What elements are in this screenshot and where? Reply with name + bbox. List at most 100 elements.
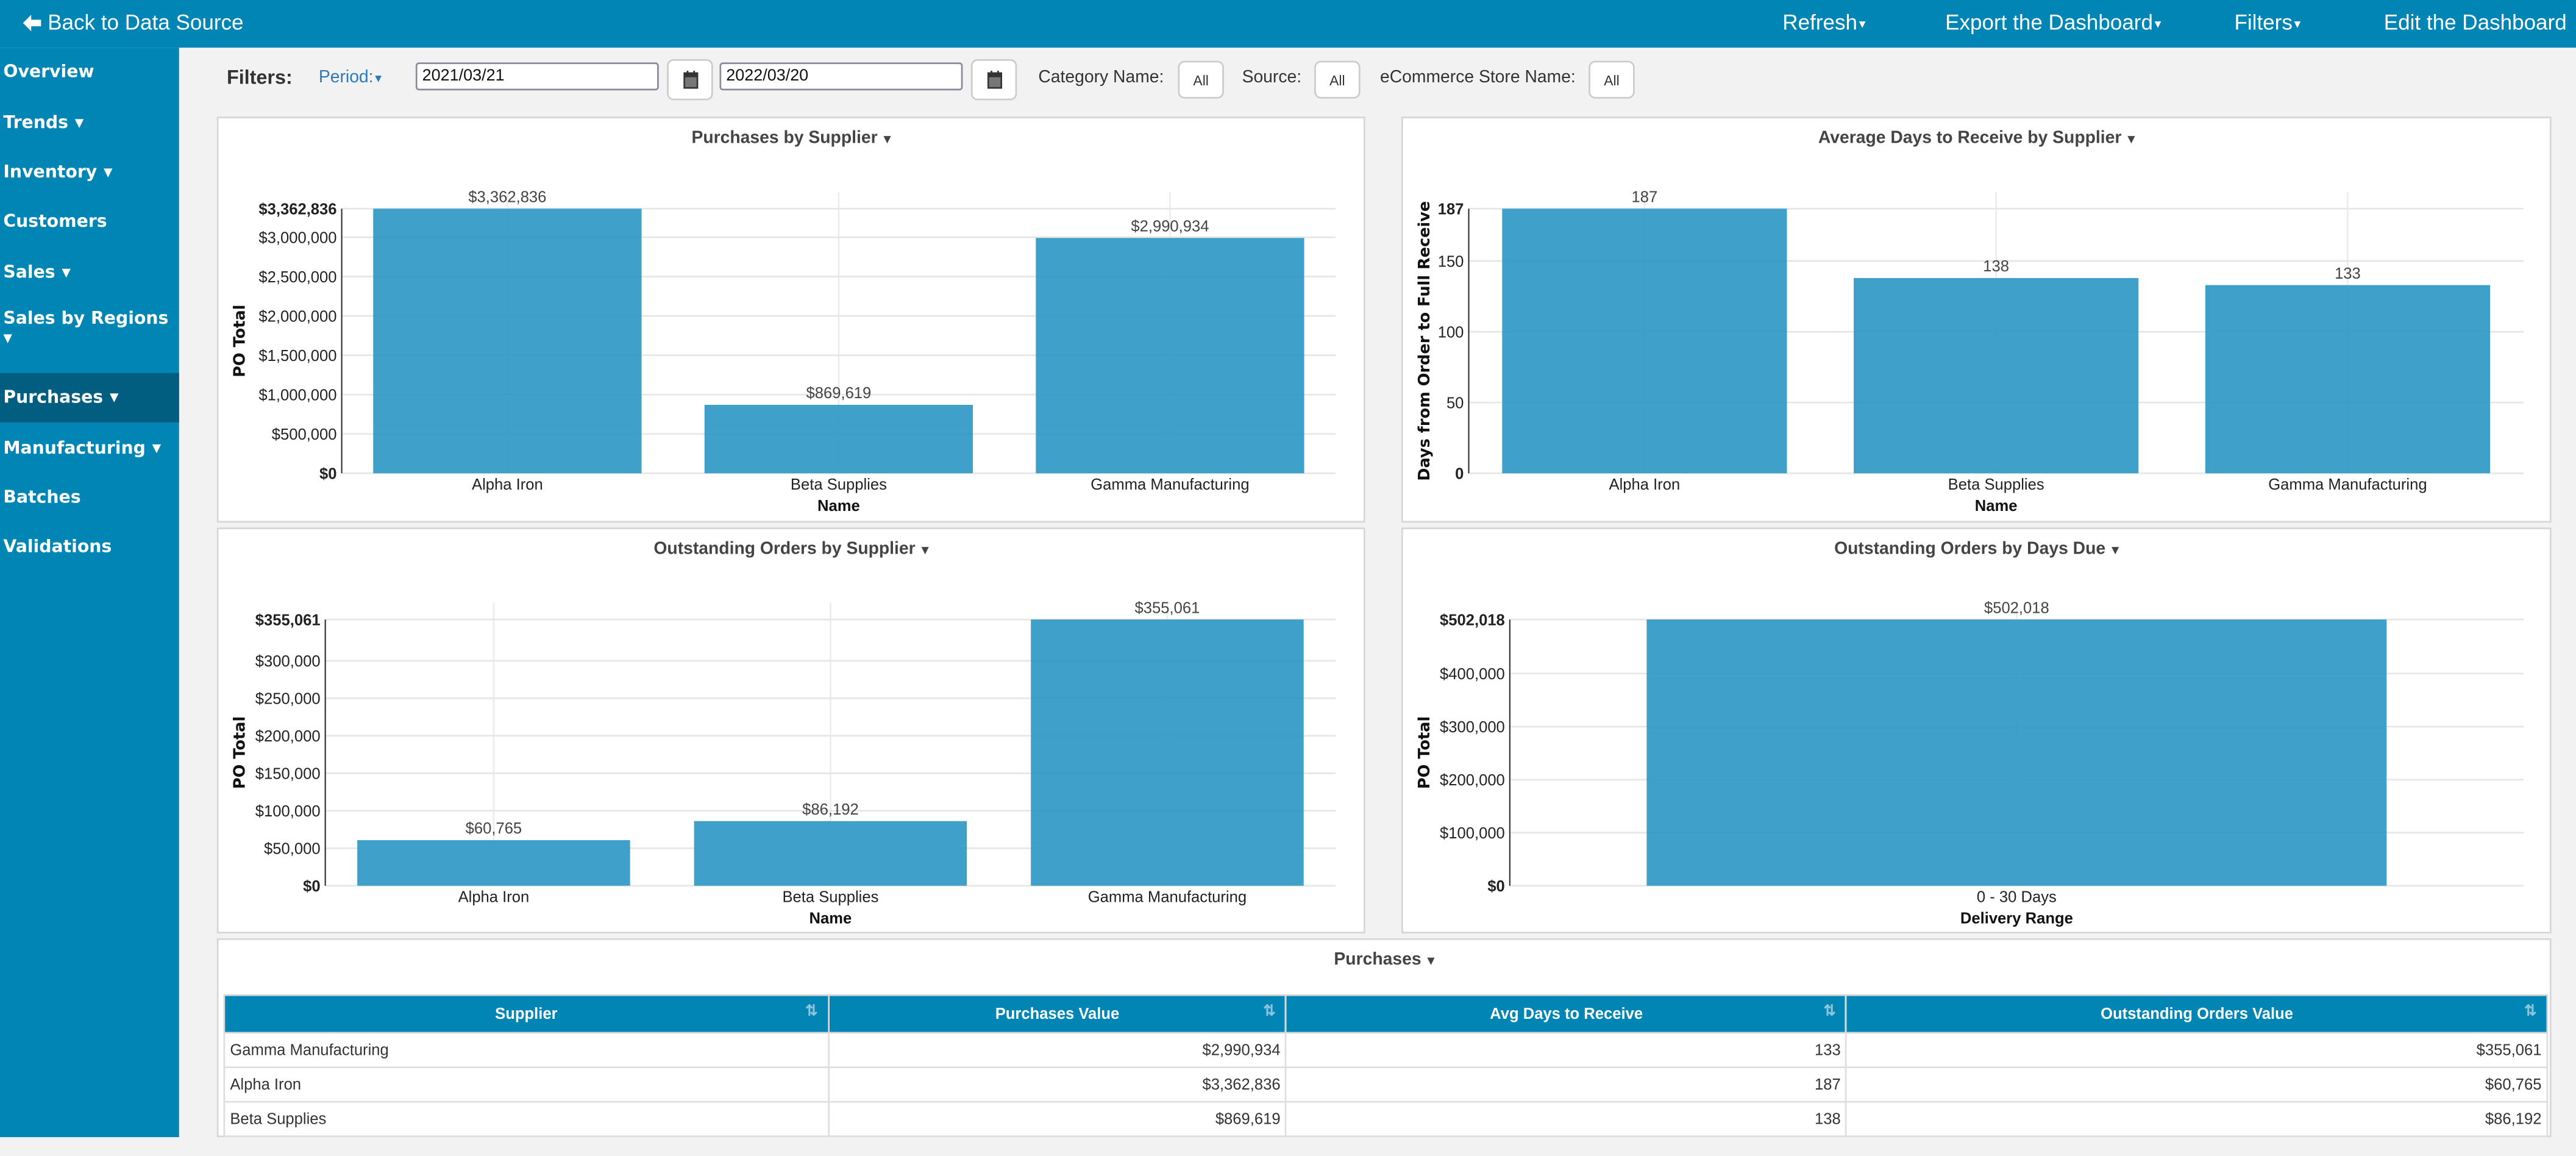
sidebar-item-trends[interactable]: Trends ▼	[0, 98, 179, 148]
y-tick-label: $3,362,836	[258, 201, 336, 218]
outstanding-orders-by-days-due-chart: $0 $100,000 $200,000 $300,000 $400,000 $502,0…	[1415, 599, 2524, 927]
purchases-table: Supplier ⇅ Purchases Value ⇅ Avg Days to R…	[223, 994, 2549, 1138]
start-date-calendar-button[interactable]	[667, 59, 713, 101]
column-header-purchases-value[interactable]: Purchases Value ⇅	[827, 994, 1287, 1034]
table-header-row: Supplier ⇅ Purchases Value ⇅ Avg Days to R…	[223, 994, 2549, 1034]
refresh-label: Refresh	[1782, 10, 1858, 35]
caret-down-icon: ▾	[2294, 16, 2301, 32]
category-name-filter-button[interactable]: All	[1178, 60, 1224, 99]
supplier-cell: Gamma Manufacturing	[223, 1032, 830, 1068]
outstanding-orders-by-supplier-panel: Outstanding Orders by Supplier ▾ $0 $50,0…	[216, 527, 1365, 933]
column-header-avg-days[interactable]: Avg Days to Receive ⇅	[1285, 994, 1848, 1034]
outstanding-orders-by-days-due-panel: Outstanding Orders by Days Due ▾ $0 $100,…	[1401, 527, 2552, 933]
filters-menu[interactable]: Filters ▾	[2234, 10, 2300, 34]
y-axis-title: PO Total	[231, 305, 249, 377]
y-tick-label: $500,000	[272, 426, 337, 443]
y-tick-label: $300,000	[1440, 719, 1505, 736]
sidebar-item-purchases[interactable]: Purchases ▼	[0, 373, 179, 423]
sidebar-item-customers[interactable]: Customers	[0, 198, 179, 248]
sidebar-item-inventory[interactable]: Inventory ▼	[0, 148, 179, 198]
y-tick-label: 50	[1446, 395, 1464, 412]
sidebar-item-label: Validations	[3, 538, 112, 558]
data-label: $60,765	[466, 820, 522, 837]
bar[interactable]	[357, 840, 630, 886]
sidebar-item-sales-by-regions[interactable]: Sales by Regions ▼	[0, 298, 179, 373]
sidebar-item-label: Inventory	[3, 162, 98, 183]
sort-icon[interactable]: ⇅	[2524, 1002, 2536, 1021]
filters-menu-label: Filters	[2234, 10, 2293, 35]
x-axis-title: Name	[809, 910, 852, 927]
end-date-input[interactable]	[719, 62, 963, 91]
period-label: Period:	[318, 67, 374, 87]
caret-down-icon: ▾	[1859, 16, 1866, 32]
y-axis-title: PO Total	[231, 716, 249, 789]
back-to-data-source-link[interactable]: Back to Data Source	[23, 10, 244, 35]
x-tick-label: Gamma Manufacturing	[2268, 476, 2427, 493]
y-tick-label: $200,000	[1440, 772, 1505, 789]
bar[interactable]	[1502, 209, 1787, 474]
sort-icon[interactable]: ⇅	[1823, 1002, 1835, 1021]
data-label: 133	[2335, 265, 2361, 282]
data-label: $502,018	[1984, 599, 2049, 616]
sidebar-item-manufacturing[interactable]: Manufacturing ▼	[0, 423, 179, 473]
avg-days-cell: 138	[1285, 1101, 1848, 1138]
purchases-value-cell: $2,990,934	[827, 1032, 1287, 1068]
purchases-table-panel: Purchases ▾ Supplier ⇅ Purchases Value ⇅ A…	[216, 938, 2552, 1138]
bar[interactable]	[694, 821, 967, 886]
y-tick-label: $250,000	[255, 691, 321, 708]
bar[interactable]	[373, 209, 642, 474]
category-name-label: Category Name:	[1038, 67, 1164, 87]
y-tick-label: $0	[319, 466, 336, 483]
purchases-by-supplier-chart: $0 $500,000 $1,000,000 $1,500,000 $2,000,000…	[231, 189, 1336, 515]
x-tick-label: Gamma Manufacturing	[1091, 476, 1249, 493]
end-date-calendar-button[interactable]	[970, 59, 1017, 101]
bar[interactable]	[1031, 619, 1304, 886]
bar[interactable]	[1854, 277, 2139, 474]
caret-down-icon: ▼	[3, 332, 12, 345]
bar[interactable]	[704, 405, 973, 474]
outstanding-orders-cell: $86,192	[1845, 1101, 2549, 1138]
table-row: Gamma Manufacturing $2,990,934 133 $355,…	[223, 1032, 2549, 1068]
data-label: 187	[1632, 189, 1658, 206]
avg-days-to-receive-chart: 0 50 100 150 187 187 Alpha Iron 138 Beta Supplie…	[1415, 189, 2524, 515]
calendar-icon	[682, 70, 698, 89]
sort-icon[interactable]: ⇅	[1263, 1002, 1275, 1021]
caret-down-icon: ▾	[2154, 16, 2161, 32]
y-axis-title: PO Total	[1415, 716, 1434, 789]
start-date-input[interactable]	[415, 62, 659, 91]
bar[interactable]	[1036, 238, 1304, 474]
outstanding-orders-by-supplier-chart: $0 $50,000 $100,000 $150,000 $200,000 $250,00…	[231, 599, 1336, 927]
purchases-value-cell: $869,619	[827, 1101, 1287, 1138]
bar[interactable]	[1646, 619, 2387, 886]
back-label: Back to Data Source	[48, 10, 244, 35]
refresh-menu[interactable]: Refresh ▾	[1782, 10, 1865, 34]
table-title-dropdown[interactable]: Purchases ▾	[218, 950, 2549, 969]
column-header-supplier[interactable]: Supplier ⇅	[223, 994, 830, 1034]
column-label: Supplier	[495, 1005, 558, 1023]
sidebar-item-overview[interactable]: Overview	[0, 48, 179, 98]
sidebar-item-label: Customers	[3, 212, 107, 232]
sidebar-item-label: Sales	[3, 262, 55, 282]
x-axis-title: Name	[817, 498, 860, 515]
ecommerce-store-filter-button[interactable]: All	[1589, 60, 1635, 99]
y-tick-label: $400,000	[1440, 666, 1505, 683]
y-tick-label: 187	[1438, 201, 1464, 218]
sidebar-item-sales[interactable]: Sales ▼	[0, 248, 179, 298]
y-tick-label: $300,000	[255, 653, 321, 670]
period-dropdown[interactable]: Period: ▾	[319, 68, 382, 87]
edit-dashboard-button[interactable]: Edit the Dashboard	[2384, 10, 2567, 34]
sidebar-item-batches[interactable]: Batches	[0, 473, 179, 523]
y-tick-label: $1,500,000	[258, 348, 336, 365]
purchases-by-supplier-panel: Purchases by Supplier ▾ $0 $500,000 $1,000…	[216, 116, 1365, 523]
export-dashboard-menu[interactable]: Export the Dashboard ▾	[1945, 10, 2161, 34]
y-tick-label: $200,000	[255, 728, 321, 745]
column-header-outstanding-orders[interactable]: Outstanding Orders Value ⇅	[1845, 994, 2549, 1034]
filters-label: Filters:	[226, 65, 293, 89]
sidebar-item-validations[interactable]: Validations	[0, 523, 179, 573]
sort-icon[interactable]: ⇅	[805, 1002, 817, 1021]
caret-down-icon: ▼	[74, 116, 84, 129]
source-filter-button[interactable]: All	[1314, 60, 1361, 99]
purchases-value-cell: $3,362,836	[827, 1066, 1287, 1103]
y-tick-label: $0	[303, 878, 320, 895]
bar[interactable]	[2205, 285, 2491, 474]
